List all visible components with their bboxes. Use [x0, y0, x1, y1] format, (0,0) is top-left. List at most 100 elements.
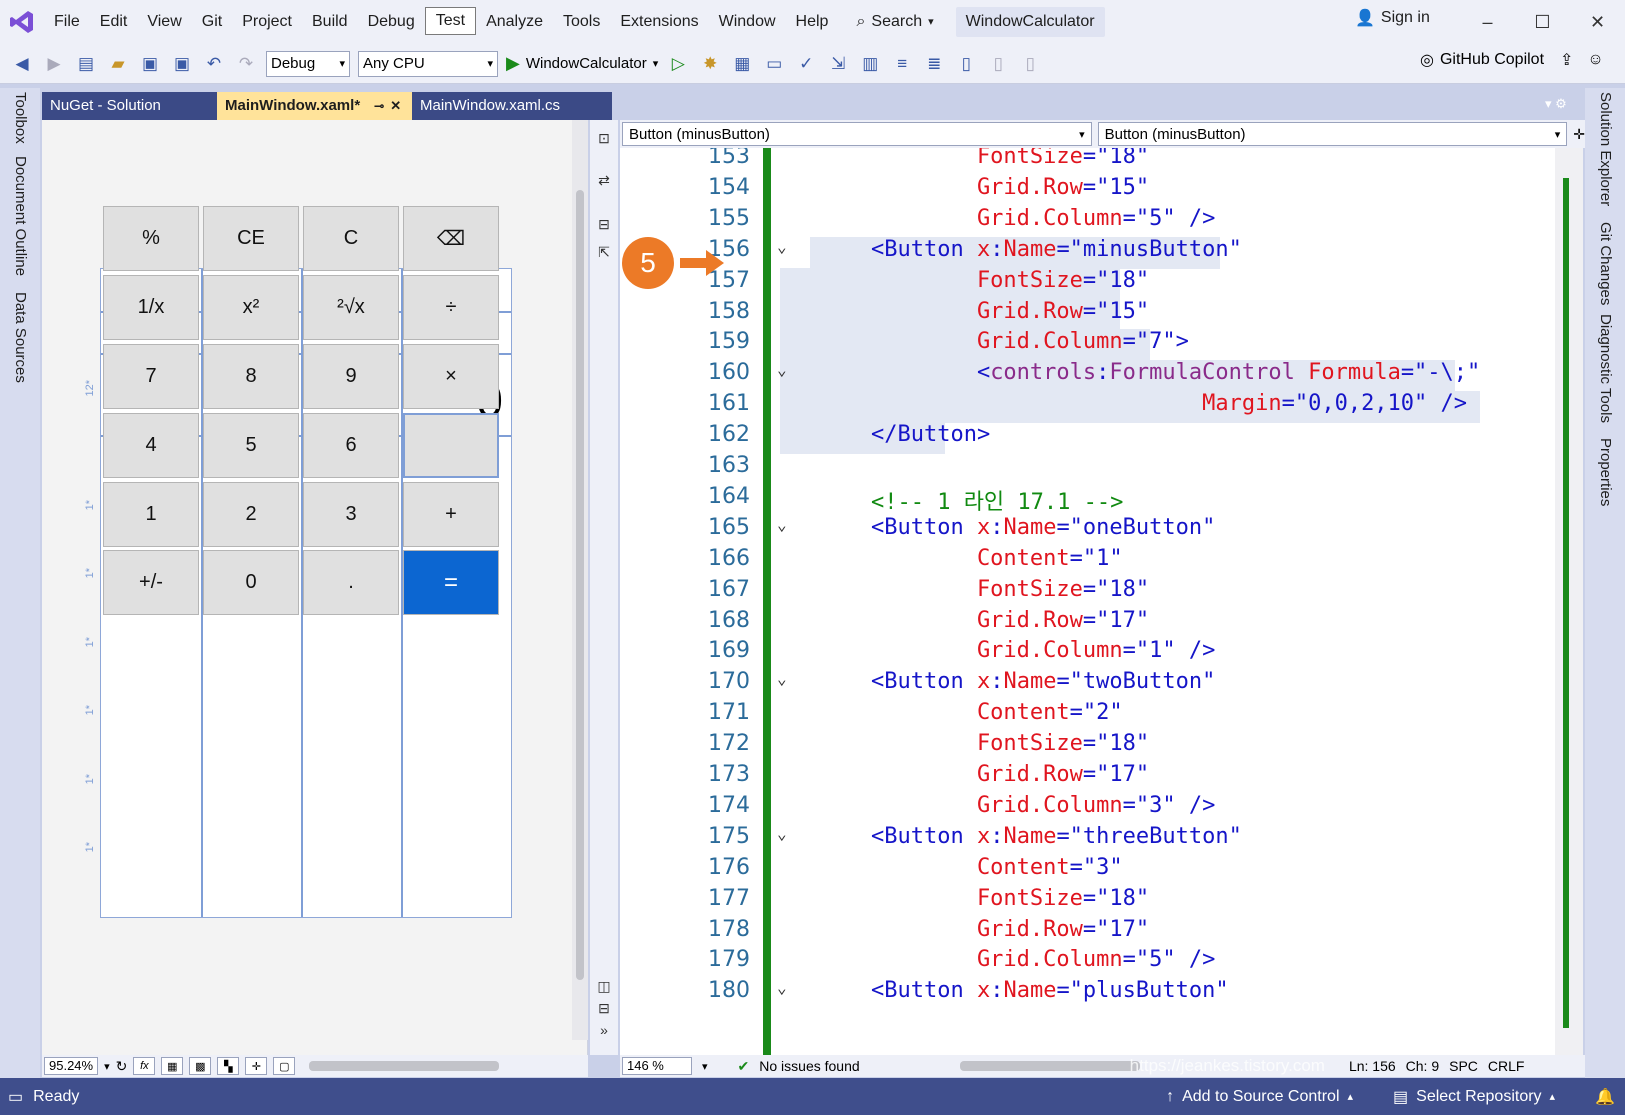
code-line[interactable]: 157 FontSize="18": [620, 267, 1555, 300]
calc-button[interactable]: C: [303, 206, 399, 271]
menu-extensions[interactable]: Extensions: [610, 7, 708, 37]
chevron-down-icon[interactable]: ▾: [104, 1060, 110, 1073]
fold-chevron-icon[interactable]: ⌄: [777, 360, 787, 379]
swap-panes-icon[interactable]: ⇄: [594, 172, 614, 192]
calc-button[interactable]: 7: [103, 344, 199, 409]
calc-button[interactable]: 6: [303, 413, 399, 478]
editor-vertical-scrollbar[interactable]: [1555, 148, 1583, 1055]
snap-lines-icon[interactable]: ✛: [245, 1057, 268, 1075]
calc-button[interactable]: %: [103, 206, 199, 271]
indent-status[interactable]: SPC: [1449, 1058, 1478, 1074]
menu-build[interactable]: Build: [302, 7, 358, 37]
maximize-button[interactable]: ☐: [1515, 0, 1570, 44]
platform-dropdown[interactable]: Any CPU ▾: [358, 50, 498, 77]
row-height-label[interactable]: 1*: [84, 705, 96, 715]
code-line[interactable]: 160 ⌄ <controls:FormulaControl Formula="-…: [620, 360, 1555, 393]
calc-button[interactable]: CE: [203, 206, 299, 271]
bookmark-icon[interactable]: ▯: [954, 52, 978, 76]
code-line[interactable]: 161 Margin="0,0,2,10" />: [620, 391, 1555, 424]
member-navigation-dropdown[interactable]: Button (minusButton) ▾: [1097, 122, 1568, 146]
menu-test[interactable]: Test: [424, 7, 477, 35]
calc-button[interactable]: +/-: [103, 550, 199, 615]
pin-icon[interactable]: ⊸: [374, 92, 384, 120]
fold-chevron-icon[interactable]: ⌄: [777, 669, 787, 688]
share-icon[interactable]: ⇪: [1560, 50, 1573, 70]
code-line[interactable]: 179 Grid.Column="5" />: [620, 947, 1555, 979]
menu-help[interactable]: Help: [786, 7, 839, 37]
fold-chevron-icon[interactable]: ⌄: [777, 824, 787, 843]
menu-window[interactable]: Window: [709, 7, 786, 37]
designer-vertical-scrollbar[interactable]: [572, 120, 588, 1040]
split-editor-icon[interactable]: ✛: [1573, 126, 1585, 143]
code-line[interactable]: 172 FontSize="18": [620, 731, 1555, 763]
solution-explorer-icon[interactable]: ▦: [730, 52, 754, 76]
minimize-button[interactable]: –: [1460, 0, 1515, 44]
code-line[interactable]: 180 ⌄ <Button x:Name="plusButton": [620, 978, 1555, 1010]
code-line[interactable]: 173 Grid.Row="17": [620, 762, 1555, 794]
code-line[interactable]: 170 ⌄ <Button x:Name="twoButton": [620, 669, 1555, 701]
designer-zoom[interactable]: 95.24%: [44, 1057, 99, 1075]
code-line[interactable]: 178 Grid.Row="17": [620, 917, 1555, 949]
tab-mainwindow-xaml[interactable]: MainWindow.xaml* ⊸ ✕: [217, 92, 412, 120]
row-height-label[interactable]: 1*: [84, 774, 96, 784]
document-icon[interactable]: ▥: [858, 52, 882, 76]
popout-icon[interactable]: ⇱: [594, 244, 614, 264]
refresh-icon[interactable]: ↻: [116, 1058, 128, 1075]
calc-button[interactable]: x²: [203, 275, 299, 340]
data-sources-tab[interactable]: Data Sources: [12, 292, 29, 383]
comment-icon[interactable]: ≡: [890, 52, 914, 76]
row-height-label[interactable]: 1*: [84, 842, 96, 852]
snap-grid-icon[interactable]: ▩: [189, 1057, 212, 1075]
configuration-dropdown[interactable]: Debug ▾: [266, 50, 350, 77]
save-all-icon[interactable]: ▣: [170, 52, 194, 76]
hot-reload-icon[interactable]: ✸: [698, 52, 722, 76]
fold-chevron-icon[interactable]: ⌄: [777, 978, 787, 997]
back-icon[interactable]: ◀: [10, 52, 34, 76]
bookmark-next-icon[interactable]: ▯: [1018, 52, 1042, 76]
calc-button[interactable]: 8: [203, 344, 299, 409]
row-height-label[interactable]: 1*: [84, 637, 96, 647]
code-line[interactable]: 171 Content="2": [620, 700, 1555, 732]
code-line[interactable]: 164 <!-- 1 라인 17.1 -->: [620, 484, 1555, 516]
row-height-label[interactable]: 1*: [84, 568, 96, 578]
git-changes-tab[interactable]: Git Changes: [1597, 222, 1614, 305]
code-line[interactable]: 158 Grid.Row="15": [620, 298, 1555, 331]
code-line[interactable]: 167 FontSize="18": [620, 577, 1555, 609]
calc-button[interactable]: +: [403, 482, 499, 547]
tab-nuget-solution[interactable]: NuGet - Solution: [42, 92, 217, 120]
calc-button[interactable]: [403, 413, 499, 478]
pan-icon[interactable]: ⊡: [594, 130, 614, 150]
code-line[interactable]: 165 ⌄ <Button x:Name="oneButton": [620, 515, 1555, 547]
calc-button[interactable]: 4: [103, 413, 199, 478]
checker-icon[interactable]: ▚: [217, 1057, 240, 1075]
close-icon[interactable]: ✕: [390, 92, 401, 120]
code-line[interactable]: 169 Grid.Column="1" />: [620, 638, 1555, 670]
save-icon[interactable]: ▣: [138, 52, 162, 76]
undo-icon[interactable]: ↶: [202, 52, 226, 76]
code-line[interactable]: 168 Grid.Row="17": [620, 608, 1555, 640]
calc-button[interactable]: ÷: [403, 275, 499, 340]
effects-button[interactable]: fx: [133, 1057, 156, 1075]
solution-explorer-tab[interactable]: Solution Explorer: [1597, 92, 1614, 206]
calc-button[interactable]: 9: [303, 344, 399, 409]
column-status[interactable]: Ch: 9: [1406, 1058, 1439, 1074]
github-copilot-button[interactable]: ◎ GitHub Copilot ⇪ ☺: [1420, 50, 1604, 70]
menu-view[interactable]: View: [137, 7, 191, 37]
designer-horizontal-scrollbar[interactable]: [309, 1061, 500, 1071]
calc-button[interactable]: .: [303, 550, 399, 615]
line-ending-status[interactable]: CRLF: [1488, 1058, 1525, 1074]
calc-button[interactable]: 1: [103, 482, 199, 547]
code-line[interactable]: 174 Grid.Column="3" />: [620, 793, 1555, 825]
editor-zoom[interactable]: 146 %: [622, 1057, 692, 1075]
menu-git[interactable]: Git: [192, 7, 232, 37]
code-line[interactable]: 154 Grid.Row="15": [620, 175, 1555, 207]
code-editor[interactable]: 153 FontSize="18" 154 Grid.Row="15" 155 Gr…: [620, 148, 1555, 1055]
vertical-split-icon[interactable]: ⊟: [594, 216, 614, 236]
calc-button[interactable]: ²√x: [303, 275, 399, 340]
code-line[interactable]: 176 Content="3": [620, 855, 1555, 887]
row-height-label[interactable]: 1*: [84, 500, 96, 510]
calc-button[interactable]: =: [403, 550, 499, 615]
code-line[interactable]: 162 </Button>: [620, 422, 1555, 455]
editor-horizontal-scrollbar[interactable]: [959, 1061, 1140, 1071]
menu-project[interactable]: Project: [232, 7, 302, 37]
